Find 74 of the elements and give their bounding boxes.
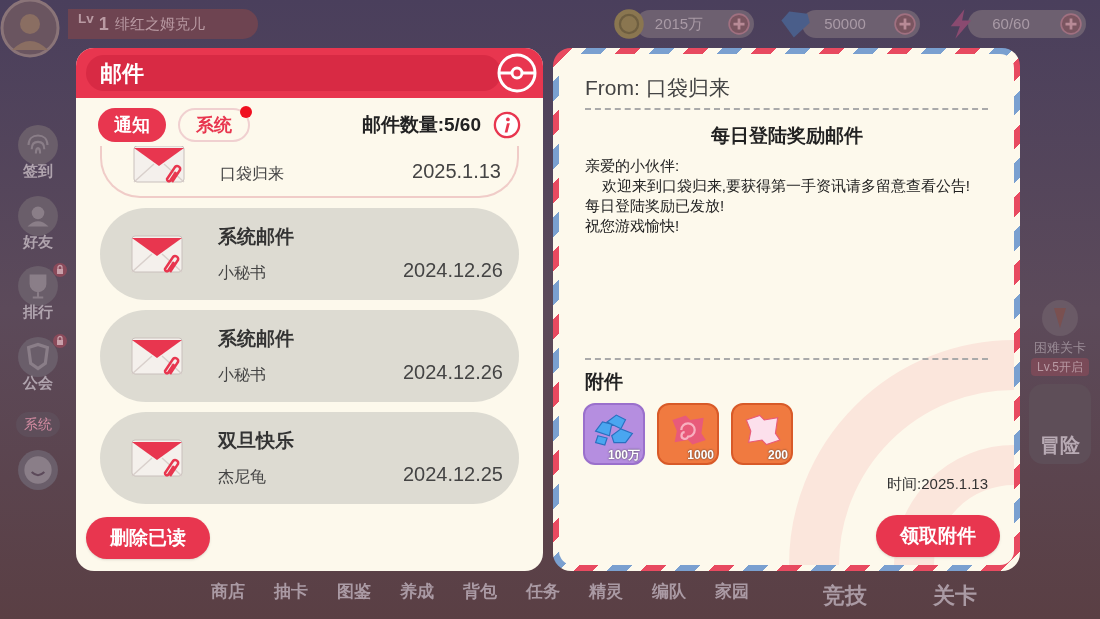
mail-sender: 小秘书 <box>218 365 266 386</box>
sidebar-label[interactable]: 公会 <box>23 371 53 394</box>
attachment-item[interactable]: 1000 <box>657 402 719 465</box>
mail-sender: 口袋归来 <box>220 164 284 184</box>
envelope-icon <box>132 146 188 186</box>
nav-label[interactable]: 抽卡 <box>263 579 318 605</box>
avatar-silhouette[interactable] <box>0 0 60 58</box>
player-level: $^{Lv}$ 1 <box>78 10 109 36</box>
sidebar-label[interactable]: 排行 <box>23 301 53 324</box>
hard-stage-label[interactable]: 困难关卡 <box>1034 338 1086 358</box>
plus-icon[interactable] <box>728 13 750 35</box>
panel-title: 邮件 <box>100 59 144 88</box>
mail-body-text: 欢迎来到口袋归来,要获得第一手资讯请多留意查看公告! <box>600 176 970 196</box>
mail-date: 2024.12.26 <box>402 360 503 386</box>
mail-date: 2024.12.25 <box>402 462 503 488</box>
tab[interactable]: 系统 <box>178 108 250 142</box>
nav-label[interactable]: 家园 <box>704 579 759 605</box>
nav-label[interactable]: 关卡 <box>933 579 977 612</box>
attachment-count: 1000 <box>687 448 714 461</box>
mail-title: 系统邮件 <box>218 224 295 249</box>
mail-sender: 杰尼龟 <box>218 467 266 488</box>
mail-item[interactable]: 双旦快乐 杰尼龟 2024.12.25 <box>100 412 519 504</box>
adventure-button[interactable]: 冒险 <box>1029 383 1091 464</box>
envelope-icon <box>130 232 186 276</box>
mail-subject: 每日登陆奖励邮件 <box>709 123 864 148</box>
currency-amount: 60/60 <box>991 13 1031 34</box>
mail-title: 双旦快乐 <box>218 428 295 453</box>
attachment-item[interactable]: 100万 <box>583 402 645 465</box>
attachment-item[interactable]: 200 <box>731 402 793 465</box>
mail-sender: 小秘书 <box>218 263 266 284</box>
lock-icon <box>53 263 67 277</box>
attachments-label: 附件 <box>585 370 624 394</box>
mail-date: 2024.12.26 <box>402 258 503 284</box>
plus-icon[interactable] <box>1060 13 1082 35</box>
claim-attachments-button[interactable]: 领取附件 <box>876 515 1000 557</box>
coin-icon <box>612 7 646 41</box>
nav-label[interactable]: 商店 <box>200 579 255 605</box>
plus-icon[interactable] <box>894 13 916 35</box>
unlock-label: Lv.5开启 <box>1031 357 1089 376</box>
sidebar-label[interactable]: 签到 <box>23 160 53 183</box>
player-name: 绯红之姆克儿 <box>114 13 205 34</box>
system-button[interactable]: 系统 <box>16 412 60 437</box>
sidebar-label[interactable]: 好友 <box>23 230 53 253</box>
envelope-icon <box>130 334 186 378</box>
delete-read-button[interactable]: 删除已读 <box>86 517 210 559</box>
adventure-label: 冒险 <box>1040 432 1080 458</box>
nav-label[interactable]: 图鉴 <box>326 579 381 605</box>
mail-body-text: 亲爱的小伙伴: <box>585 156 681 176</box>
mail-body-text: 每日登陆奖励已发放! <box>585 196 726 216</box>
pokeball-icon[interactable] <box>497 53 537 93</box>
currency-amount: 50000 <box>823 13 867 34</box>
nav-label[interactable]: 任务 <box>515 579 570 605</box>
mail-body-text: 祝您游戏愉快! <box>585 216 681 236</box>
mail-count: 邮件数量:5/60 <box>361 112 481 137</box>
smiley-icon[interactable] <box>17 449 59 491</box>
nav-label[interactable]: 养成 <box>389 579 444 605</box>
lock-icon <box>53 333 67 348</box>
nav-label[interactable]: 背包 <box>452 579 507 605</box>
envelope-icon <box>130 436 186 480</box>
currency-amount: 2015万 <box>653 13 705 34</box>
attachment-count: 100万 <box>607 448 640 461</box>
tab[interactable]: 通知 <box>98 108 166 142</box>
nav-label[interactable]: 精灵 <box>578 579 633 605</box>
nav-label[interactable]: 编队 <box>641 579 696 605</box>
mail-item[interactable]: 口袋归来 2025.1.13 <box>100 146 519 198</box>
attachment-count: 200 <box>767 448 788 461</box>
info-icon[interactable] <box>493 111 521 139</box>
mail-date: 2025.1.13 <box>412 159 501 184</box>
mail-item[interactable]: 系统邮件 小秘书 2024.12.26 <box>100 208 519 300</box>
mail-item[interactable]: 系统邮件 小秘书 2024.12.26 <box>100 310 519 402</box>
mail-from: From: 口袋归来 <box>585 75 731 101</box>
mail-time: 时间:2025.1.13 <box>887 473 988 494</box>
mail-title: 系统邮件 <box>218 326 295 351</box>
nav-label[interactable]: 竞技 <box>823 579 867 612</box>
